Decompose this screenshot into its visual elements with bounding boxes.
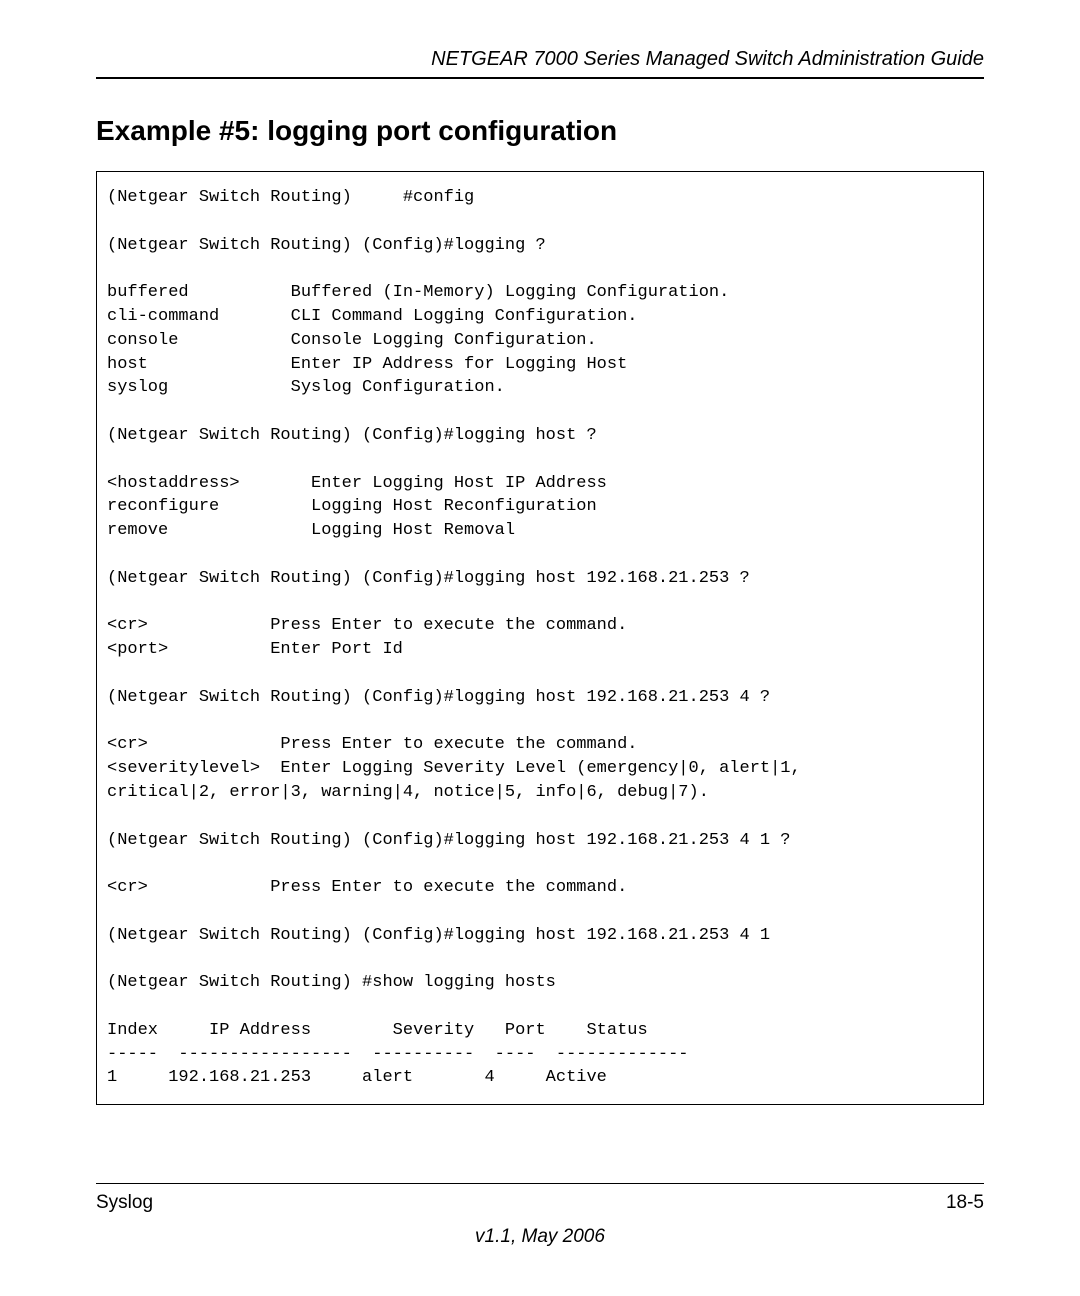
code-block: (Netgear Switch Routing) #config (Netgea… (96, 171, 984, 1105)
header-title: NETGEAR 7000 Series Managed Switch Admin… (96, 48, 984, 79)
section-heading: Example #5: logging port configuration (96, 115, 984, 147)
footer-page-number: 18-5 (946, 1192, 984, 1214)
footer-version: v1.1, May 2006 (96, 1226, 984, 1248)
page-footer: Syslog 18-5 v1.1, May 2006 (96, 1183, 984, 1248)
footer-rule (96, 1183, 984, 1184)
footer-section-name: Syslog (96, 1192, 153, 1214)
